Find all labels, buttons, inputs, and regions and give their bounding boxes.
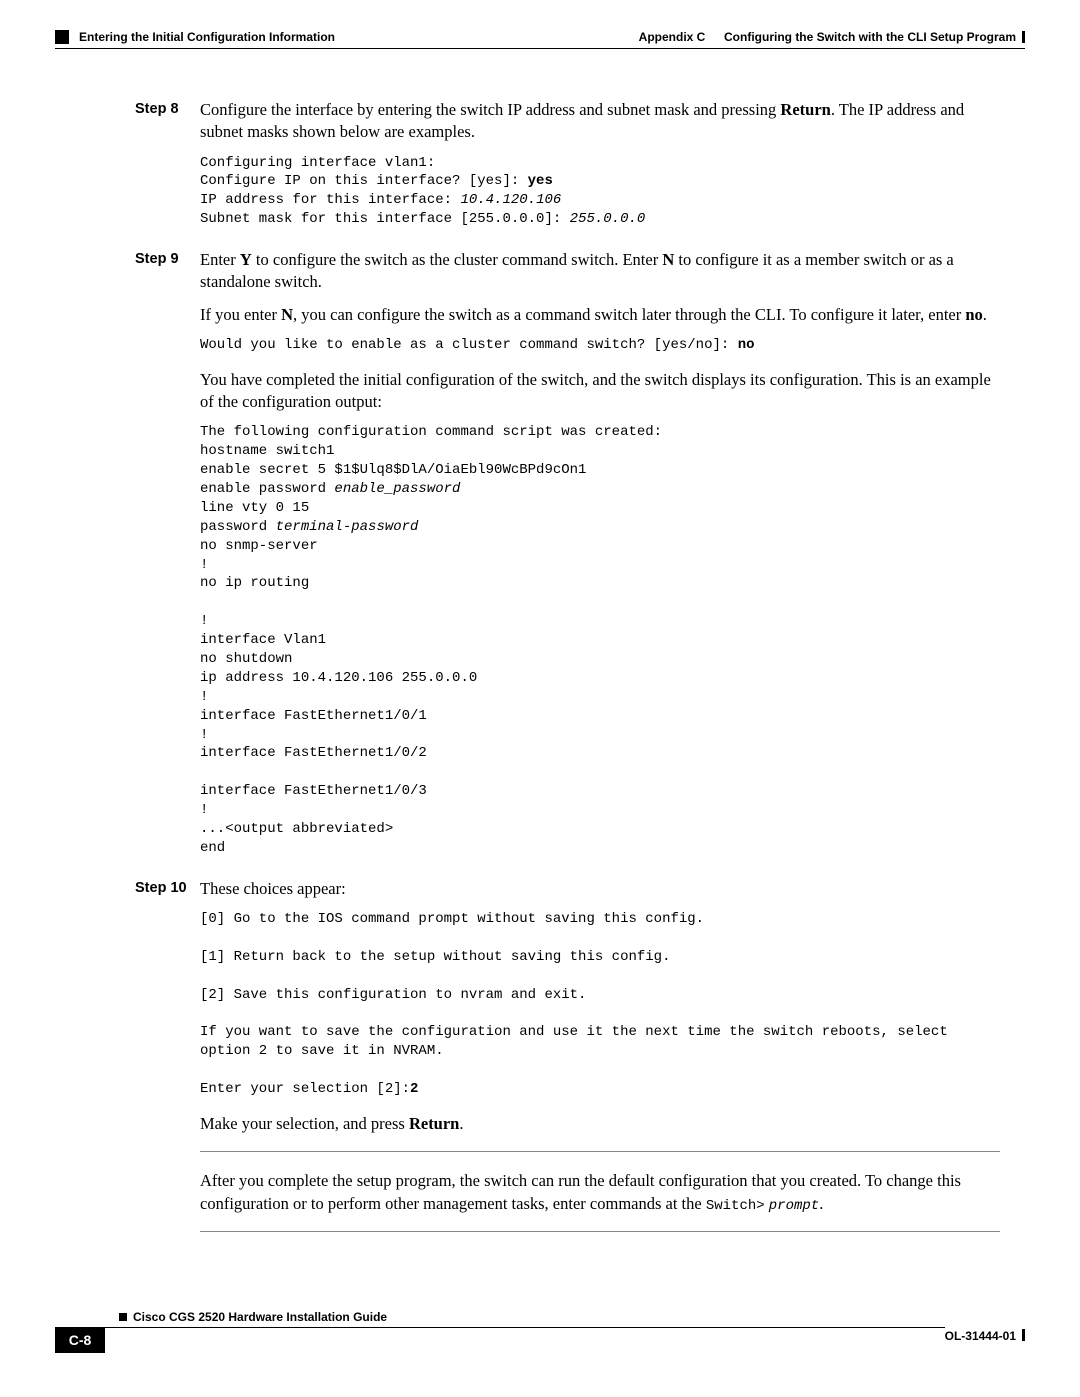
content-area: Step 8 Configure the interface by enteri…: [55, 99, 1025, 1250]
header-rule: [55, 48, 1025, 49]
divider-rule: [200, 1231, 1000, 1232]
header-bar-icon: [1022, 31, 1025, 43]
footer-book-title: Cisco CGS 2520 Hardware Installation Gui…: [133, 1310, 387, 1324]
page-header: Entering the Initial Configuration Infor…: [55, 30, 1025, 44]
step-label: Step 9: [135, 249, 200, 267]
closing-para: After you complete the setup program, th…: [200, 1170, 1000, 1215]
step-label: Step 10: [135, 878, 200, 896]
header-square-icon: [55, 30, 69, 44]
step8-code: Configuring interface vlan1: Configure I…: [200, 154, 1000, 230]
step10-para1: These choices appear:: [200, 878, 1000, 900]
footer-page-number: C-8: [55, 1327, 105, 1353]
step-label: Step 8: [135, 99, 200, 117]
step10-para2: Make your selection, and press Return.: [200, 1113, 1000, 1135]
footer-bar-icon: [1022, 1329, 1025, 1341]
step-10: Step 10 These choices appear: [0] Go to …: [135, 878, 1000, 1251]
step9-code1: Would you like to enable as a cluster co…: [200, 336, 1000, 355]
divider-rule: [200, 1151, 1000, 1152]
step9-code2: The following configuration command scri…: [200, 423, 1000, 857]
step-body: Configure the interface by entering the …: [200, 99, 1000, 243]
step-body: These choices appear: [0] Go to the IOS …: [200, 878, 1000, 1251]
step9-para2: If you enter N, you can configure the sw…: [200, 304, 1000, 326]
step10-code: [0] Go to the IOS command prompt without…: [200, 910, 1000, 1099]
footer-bar: C-8 OL-31444-01: [55, 1327, 1025, 1353]
header-left: Entering the Initial Configuration Infor…: [55, 30, 335, 44]
header-appendix-label: Appendix C: [639, 30, 706, 44]
step-8: Step 8 Configure the interface by enteri…: [135, 99, 1000, 243]
header-appendix-title: Configuring the Switch with the CLI Setu…: [724, 30, 1016, 44]
step-9: Step 9 Enter Y to configure the switch a…: [135, 249, 1000, 872]
step8-para1: Configure the interface by entering the …: [200, 99, 1000, 144]
header-section-title: Entering the Initial Configuration Infor…: [79, 30, 335, 44]
footer-square-icon: [119, 1313, 127, 1321]
footer-docnum-wrap: OL-31444-01: [945, 1327, 1025, 1353]
step9-para3: You have completed the initial configura…: [200, 369, 1000, 414]
footer-mid-rule: [105, 1327, 945, 1353]
page-footer: Cisco CGS 2520 Hardware Installation Gui…: [55, 1310, 1025, 1353]
document-page: Entering the Initial Configuration Infor…: [0, 0, 1080, 1393]
step9-para1: Enter Y to configure the switch as the c…: [200, 249, 1000, 294]
footer-docnum: OL-31444-01: [945, 1329, 1016, 1343]
step-body: Enter Y to configure the switch as the c…: [200, 249, 1000, 872]
header-right: Appendix C Configuring the Switch with t…: [639, 30, 1025, 44]
footer-book-line: Cisco CGS 2520 Hardware Installation Gui…: [55, 1310, 1025, 1324]
